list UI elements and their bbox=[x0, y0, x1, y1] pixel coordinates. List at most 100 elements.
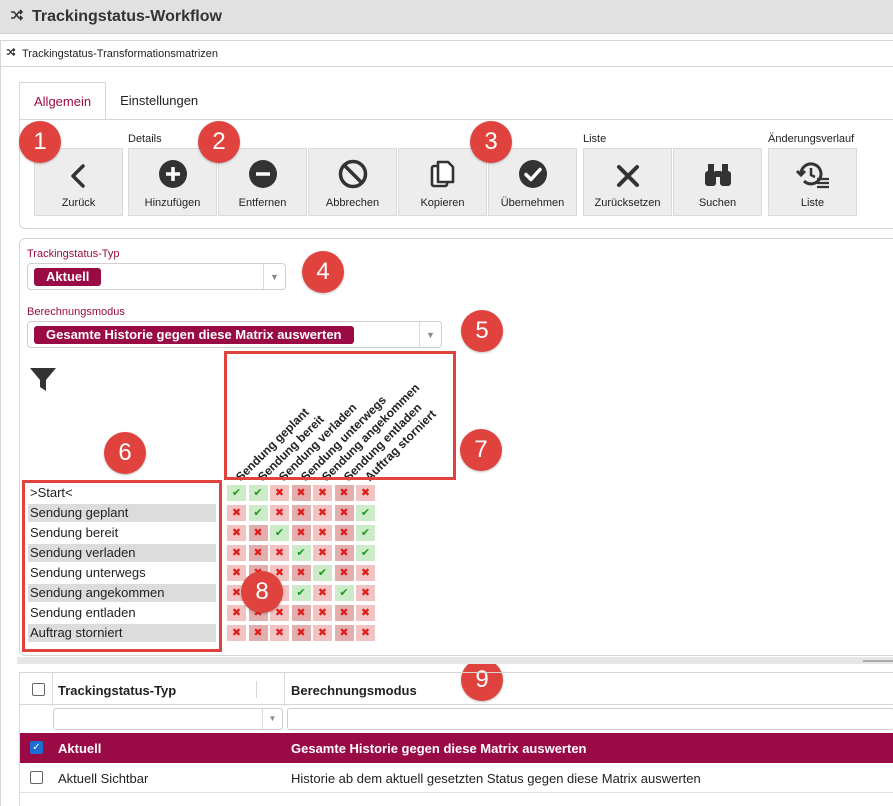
transition-allowed-check-icon[interactable]: ✔ bbox=[334, 585, 354, 601]
add-button[interactable]: Hinzufügen bbox=[128, 148, 217, 216]
transition-denied-x-icon[interactable]: ✖ bbox=[291, 625, 311, 641]
plus-circle-icon bbox=[158, 160, 187, 188]
transition-denied-x-icon[interactable]: ✖ bbox=[270, 625, 289, 641]
callout-badge-2: 2 bbox=[198, 121, 240, 163]
chevron-down-icon[interactable]: ▼ bbox=[262, 709, 282, 729]
type-label: Trackingstatus-Typ bbox=[27, 248, 120, 260]
transition-allowed-check-icon[interactable]: ✔ bbox=[291, 545, 311, 561]
callout-badge-3: 3 bbox=[470, 121, 512, 163]
transition-allowed-check-icon[interactable]: ✔ bbox=[313, 565, 332, 581]
copy-button-label: Kopieren bbox=[420, 197, 465, 209]
back-button-label: Zurück bbox=[61, 197, 96, 209]
transition-denied-x-icon[interactable]: ✖ bbox=[291, 505, 311, 521]
transition-denied-x-icon[interactable]: ✖ bbox=[291, 605, 311, 621]
shuffle-icon bbox=[10, 8, 24, 25]
mode-select[interactable]: Gesamte Historie gegen diese Matrix ausw… bbox=[27, 321, 442, 348]
history-list-button-label: Liste bbox=[800, 197, 825, 209]
chevron-down-icon[interactable]: ▼ bbox=[263, 264, 285, 289]
cancel-button[interactable]: Abbrechen bbox=[308, 148, 397, 216]
table-row[interactable]: Aktuell Sichtbar Historie ab dem aktuell… bbox=[20, 763, 893, 793]
transition-denied-x-icon[interactable]: ✖ bbox=[227, 605, 246, 621]
transition-denied-x-icon[interactable]: ✖ bbox=[227, 565, 246, 581]
group-label-details: Details bbox=[128, 133, 162, 145]
transition-denied-x-icon[interactable]: ✖ bbox=[334, 545, 354, 561]
transition-denied-x-icon[interactable]: ✖ bbox=[291, 525, 311, 541]
transition-denied-x-icon[interactable]: ✖ bbox=[334, 625, 354, 641]
transition-denied-x-icon[interactable]: ✖ bbox=[313, 525, 332, 541]
transition-allowed-check-icon[interactable]: ✔ bbox=[291, 585, 311, 601]
grid-header: Trackingstatus-Typ Berechnungsmodus bbox=[20, 672, 893, 706]
transition-denied-x-icon[interactable]: ✖ bbox=[270, 545, 289, 561]
transition-allowed-check-icon[interactable]: ✔ bbox=[248, 505, 268, 521]
transition-denied-x-icon[interactable]: ✖ bbox=[248, 625, 268, 641]
transition-denied-x-icon[interactable]: ✖ bbox=[291, 565, 311, 581]
transition-denied-x-icon[interactable]: ✖ bbox=[248, 525, 268, 541]
transition-denied-x-icon[interactable]: ✖ bbox=[313, 625, 332, 641]
column-header-type[interactable]: Trackingstatus-Typ bbox=[58, 683, 176, 698]
copy-icon bbox=[430, 160, 454, 188]
history-list-button[interactable]: Liste bbox=[768, 148, 857, 216]
callout-badge-6: 6 bbox=[104, 432, 146, 474]
ban-icon bbox=[338, 159, 367, 189]
reset-button[interactable]: Zurücksetzen bbox=[583, 148, 672, 216]
transition-denied-x-icon[interactable]: ✖ bbox=[227, 525, 246, 541]
select-all-checkbox[interactable] bbox=[32, 683, 45, 696]
transition-denied-x-icon[interactable]: ✖ bbox=[227, 545, 246, 561]
splitter-grip[interactable] bbox=[863, 660, 893, 662]
transition-denied-x-icon[interactable]: ✖ bbox=[334, 505, 354, 521]
mode-filter-input[interactable] bbox=[287, 708, 893, 730]
transition-denied-x-icon[interactable]: ✖ bbox=[270, 505, 289, 521]
add-button-label: Hinzufügen bbox=[144, 197, 201, 209]
chevron-down-icon[interactable]: ▼ bbox=[419, 322, 441, 347]
transition-denied-x-icon[interactable]: ✖ bbox=[334, 485, 354, 501]
minus-circle-icon bbox=[248, 160, 277, 188]
type-select[interactable]: Aktuell ▼ bbox=[27, 263, 286, 290]
transition-allowed-check-icon[interactable]: ✔ bbox=[227, 485, 246, 501]
transition-denied-x-icon[interactable]: ✖ bbox=[270, 485, 289, 501]
filter-icon[interactable] bbox=[29, 367, 57, 396]
transition-denied-x-icon[interactable]: ✖ bbox=[313, 605, 332, 621]
callout-badge-5: 5 bbox=[461, 310, 503, 352]
tab-bar: Allgemein Einstellungen bbox=[19, 82, 212, 120]
cancel-button-label: Abbrechen bbox=[325, 197, 380, 209]
transition-denied-x-icon[interactable]: ✖ bbox=[334, 525, 354, 541]
transition-denied-x-icon[interactable]: ✖ bbox=[356, 585, 375, 601]
reset-button-label: Zurücksetzen bbox=[594, 197, 661, 209]
column-header-mode[interactable]: Berechnungsmodus bbox=[291, 683, 417, 698]
copy-button[interactable]: Kopieren bbox=[398, 148, 487, 216]
row-checkbox[interactable] bbox=[30, 771, 43, 784]
callout-badge-8: 8 bbox=[241, 571, 283, 613]
transition-denied-x-icon[interactable]: ✖ bbox=[248, 545, 268, 561]
tab-allgemein[interactable]: Allgemein bbox=[19, 82, 107, 120]
table-row[interactable]: ✓ Aktuell Gesamte Historie gegen diese M… bbox=[20, 733, 893, 763]
transition-allowed-check-icon[interactable]: ✔ bbox=[248, 485, 268, 501]
panel-splitter[interactable] bbox=[17, 657, 893, 664]
transition-denied-x-icon[interactable]: ✖ bbox=[356, 605, 375, 621]
transition-denied-x-icon[interactable]: ✖ bbox=[227, 505, 246, 521]
tab-einstellungen[interactable]: Einstellungen bbox=[106, 82, 212, 120]
transition-denied-x-icon[interactable]: ✖ bbox=[356, 625, 375, 641]
row-type: Aktuell bbox=[58, 741, 102, 756]
transition-allowed-check-icon[interactable]: ✔ bbox=[356, 545, 375, 561]
type-filter-input[interactable]: ▼ bbox=[53, 708, 283, 730]
transition-denied-x-icon[interactable]: ✖ bbox=[291, 485, 311, 501]
row-checkbox[interactable]: ✓ bbox=[30, 741, 43, 754]
window-title: Trackingstatus-Workflow bbox=[32, 7, 222, 25]
results-grid: Trackingstatus-Typ Berechnungsmodus ▼ ✓ … bbox=[19, 672, 893, 806]
transition-denied-x-icon[interactable]: ✖ bbox=[313, 485, 332, 501]
transition-denied-x-icon[interactable]: ✖ bbox=[356, 565, 375, 581]
transition-allowed-check-icon[interactable]: ✔ bbox=[356, 525, 375, 541]
transition-denied-x-icon[interactable]: ✖ bbox=[356, 485, 375, 501]
transition-denied-x-icon[interactable]: ✖ bbox=[313, 545, 332, 561]
search-button[interactable]: Suchen bbox=[673, 148, 762, 216]
transition-allowed-check-icon[interactable]: ✔ bbox=[356, 505, 375, 521]
callout-badge-1: 1 bbox=[19, 121, 61, 163]
transition-denied-x-icon[interactable]: ✖ bbox=[227, 625, 246, 641]
remove-button-label: Entfernen bbox=[238, 197, 287, 209]
search-button-label: Suchen bbox=[698, 197, 737, 209]
transition-denied-x-icon[interactable]: ✖ bbox=[313, 505, 332, 521]
transition-allowed-check-icon[interactable]: ✔ bbox=[270, 525, 289, 541]
transition-denied-x-icon[interactable]: ✖ bbox=[334, 605, 354, 621]
transition-denied-x-icon[interactable]: ✖ bbox=[334, 565, 354, 581]
transition-denied-x-icon[interactable]: ✖ bbox=[313, 585, 332, 601]
